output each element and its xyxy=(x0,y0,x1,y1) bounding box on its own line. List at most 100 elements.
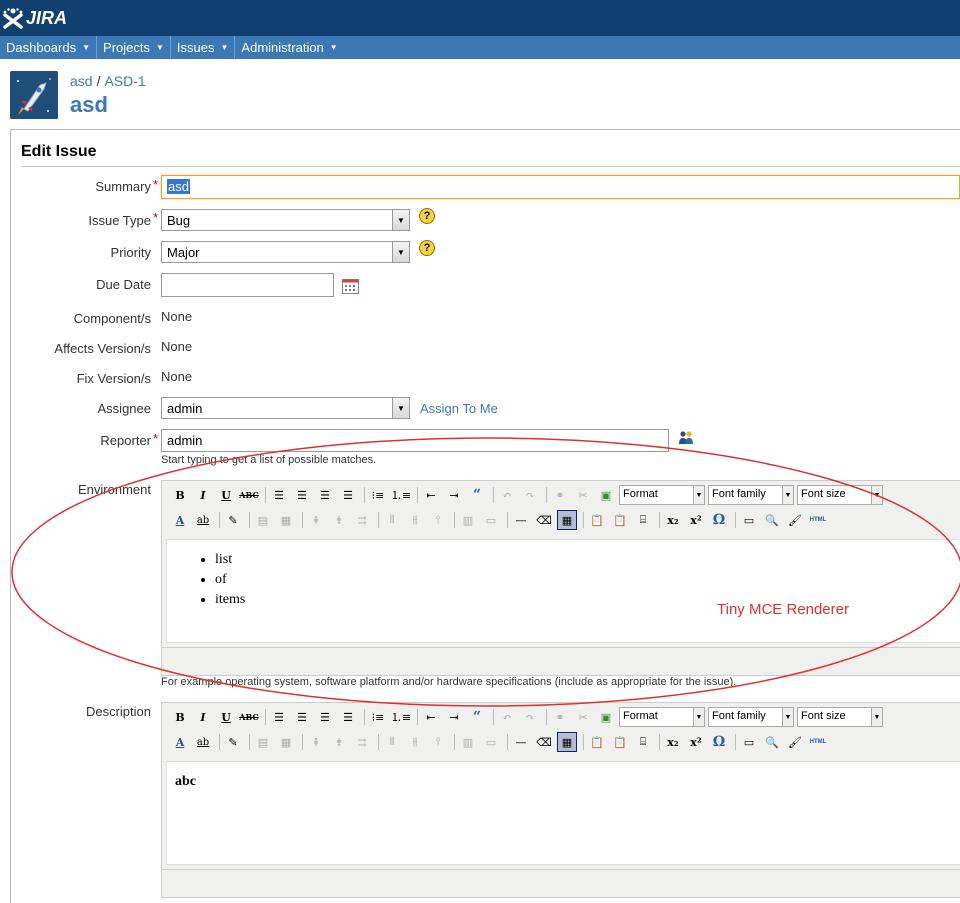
align-left-icon[interactable]: ☰ xyxy=(269,485,289,505)
chevron-down-icon[interactable]: ▼ xyxy=(330,43,338,52)
chevron-down-icon[interactable]: ▼ xyxy=(782,708,793,726)
font-family-select[interactable]: Font family ▼ xyxy=(708,707,794,727)
search-icon[interactable]: 🔍 xyxy=(762,510,782,530)
calendar-icon[interactable] xyxy=(342,279,359,294)
description-edit-area[interactable]: abc xyxy=(166,761,960,865)
issue-title[interactable]: asd xyxy=(70,92,108,118)
reporter-input[interactable]: admin xyxy=(161,429,669,452)
numbered-list-icon[interactable]: ⒈≡ xyxy=(391,485,411,505)
bold-button[interactable]: B xyxy=(170,485,190,505)
split-cells-icon[interactable]: ▥ xyxy=(458,510,478,530)
horizontal-rule-icon[interactable]: — xyxy=(511,732,531,752)
blockquote-icon[interactable]: “ xyxy=(467,707,487,727)
underline-button[interactable]: U xyxy=(216,485,236,505)
redo-icon[interactable]: ↷ xyxy=(520,485,540,505)
outdent-icon[interactable]: ⇤ xyxy=(421,707,441,727)
image-icon[interactable]: ▣ xyxy=(596,485,616,505)
col-after-icon[interactable]: ⫵ xyxy=(405,732,425,752)
align-right-icon[interactable]: ☰ xyxy=(315,485,335,505)
blockquote-icon[interactable]: “ xyxy=(467,485,487,505)
chevron-down-icon[interactable]: ▼ xyxy=(82,43,90,52)
font-size-select[interactable]: Font size ▼ xyxy=(797,707,883,727)
table-row-props-icon[interactable]: ▤ xyxy=(253,732,273,752)
chevron-down-icon[interactable]: ▼ xyxy=(392,242,409,262)
col-before-icon[interactable]: ⫴ xyxy=(382,732,402,752)
merge-cells-icon[interactable]: ▭ xyxy=(481,510,501,530)
row-before-icon[interactable]: ⇞ xyxy=(306,510,326,530)
cleanup-icon[interactable]: ✎ xyxy=(223,732,243,752)
text-color-icon[interactable]: A xyxy=(170,732,190,752)
assignee-select[interactable]: admin ▼ xyxy=(161,397,410,419)
nav-dashboards[interactable]: Dashboards ▼ xyxy=(0,36,98,59)
undo-icon[interactable]: ↶ xyxy=(497,707,517,727)
subscript-icon[interactable]: x₂ xyxy=(663,510,683,530)
fullscreen-icon[interactable]: ▭ xyxy=(739,732,759,752)
html-source-icon[interactable]: HTML xyxy=(808,510,828,530)
issue-type-select[interactable]: Bug ▼ xyxy=(161,209,410,231)
table-row-props-icon[interactable]: ▤ xyxy=(253,510,273,530)
underline-button[interactable]: U xyxy=(216,707,236,727)
align-left-icon[interactable]: ☰ xyxy=(269,707,289,727)
nav-projects[interactable]: Projects ▼ xyxy=(97,36,171,59)
chevron-down-icon[interactable]: ▼ xyxy=(392,398,409,418)
numbered-list-icon[interactable]: ⒈≡ xyxy=(391,707,411,727)
table-cell-props-icon[interactable]: ▦ xyxy=(276,510,296,530)
unlink-icon[interactable]: ✂ xyxy=(573,485,593,505)
summary-input[interactable]: asd xyxy=(161,175,960,199)
select-all-icon[interactable]: ⌸ xyxy=(633,510,653,530)
table-icon[interactable]: ▦ xyxy=(557,510,577,530)
assign-to-me-link[interactable]: Assign To Me xyxy=(420,401,498,416)
chevron-down-icon[interactable]: ▼ xyxy=(693,486,704,504)
align-center-icon[interactable]: ☰ xyxy=(292,707,312,727)
format-select[interactable]: Format ▼ xyxy=(619,707,705,727)
highlight-color-icon[interactable]: ab xyxy=(193,732,213,752)
superscript-icon[interactable]: x² xyxy=(686,510,706,530)
jira-logo[interactable]: JIRA xyxy=(2,4,67,32)
unlink-icon[interactable]: ✂ xyxy=(573,707,593,727)
redo-icon[interactable]: ↷ xyxy=(520,707,540,727)
delete-row-icon[interactable]: ⇉ xyxy=(352,732,372,752)
row-after-icon[interactable]: ⇟ xyxy=(329,510,349,530)
nav-issues[interactable]: Issues ▼ xyxy=(171,36,236,59)
select-all-icon[interactable]: ⌸ xyxy=(633,732,653,752)
delete-row-icon[interactable]: ⇉ xyxy=(352,510,372,530)
html-source-icon[interactable]: HTML xyxy=(808,732,828,752)
align-right-icon[interactable]: ☰ xyxy=(315,707,335,727)
due-date-input[interactable] xyxy=(161,273,334,297)
font-size-select[interactable]: Font size ▼ xyxy=(797,485,883,505)
align-justify-icon[interactable]: ☰ xyxy=(338,485,358,505)
subscript-icon[interactable]: x₂ xyxy=(663,732,683,752)
chevron-down-icon[interactable]: ▼ xyxy=(871,486,882,504)
environment-edit-area[interactable]: list of items xyxy=(166,539,960,643)
align-center-icon[interactable]: ☰ xyxy=(292,485,312,505)
eraser-icon[interactable]: ⌫ xyxy=(534,510,554,530)
bullet-list-icon[interactable]: ⁝≡ xyxy=(368,707,388,727)
align-justify-icon[interactable]: ☰ xyxy=(338,707,358,727)
chevron-down-icon[interactable]: ▼ xyxy=(782,486,793,504)
paste-text-icon[interactable]: 📋 xyxy=(587,732,607,752)
project-avatar[interactable] xyxy=(10,71,58,119)
nav-administration[interactable]: Administration ▼ xyxy=(235,36,343,59)
indent-icon[interactable]: ⇥ xyxy=(444,485,464,505)
chevron-down-icon[interactable]: ▼ xyxy=(693,708,704,726)
search-icon[interactable]: 🔍 xyxy=(762,732,782,752)
breadcrumb-project-link[interactable]: asd xyxy=(70,73,93,89)
user-picker-icon[interactable] xyxy=(678,430,694,446)
fullscreen-icon[interactable]: ▭ xyxy=(739,510,759,530)
strikethrough-button[interactable]: ABC xyxy=(239,707,259,727)
font-family-select[interactable]: Font family ▼ xyxy=(708,485,794,505)
table-cell-props-icon[interactable]: ▦ xyxy=(276,732,296,752)
eraser-icon[interactable]: ⌫ xyxy=(534,732,554,752)
image-icon[interactable]: ▣ xyxy=(596,707,616,727)
paste-text-icon[interactable]: 📋 xyxy=(587,510,607,530)
bold-button[interactable]: B xyxy=(170,707,190,727)
paste-word-icon[interactable]: 📋 xyxy=(610,510,630,530)
row-before-icon[interactable]: ⇞ xyxy=(306,732,326,752)
indent-icon[interactable]: ⇥ xyxy=(444,707,464,727)
strikethrough-button[interactable]: ABC xyxy=(239,485,259,505)
col-before-icon[interactable]: ⫴ xyxy=(382,510,402,530)
chevron-down-icon[interactable]: ▼ xyxy=(156,43,164,52)
link-icon[interactable]: ⚭ xyxy=(550,485,570,505)
superscript-icon[interactable]: x² xyxy=(686,732,706,752)
row-after-icon[interactable]: ⇟ xyxy=(329,732,349,752)
